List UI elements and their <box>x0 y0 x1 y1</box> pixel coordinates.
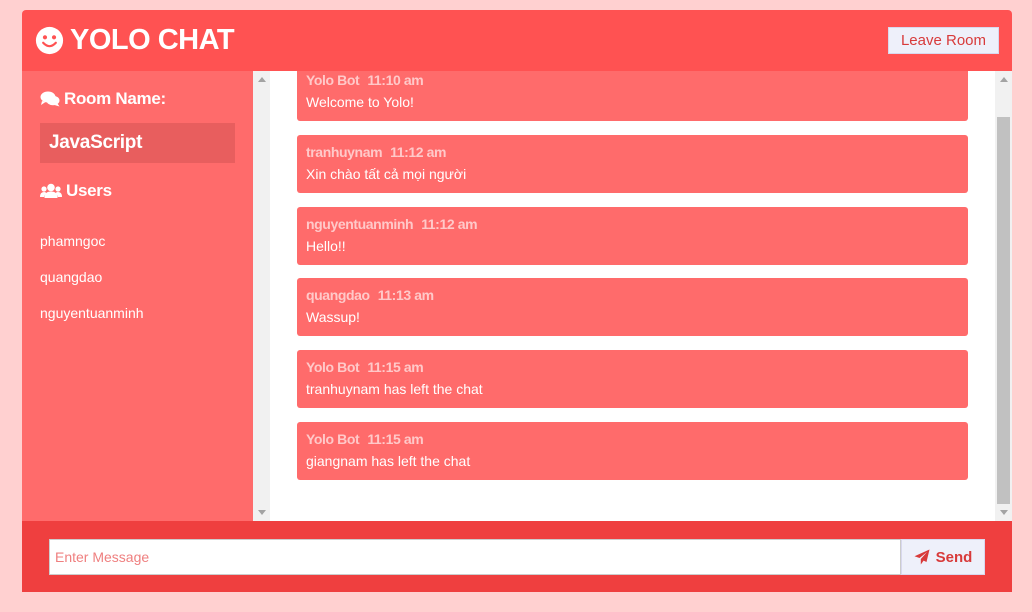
messages-scrollbar[interactable] <box>995 71 1012 521</box>
chat-header: YOLO CHAT Leave Room <box>22 10 1012 71</box>
scroll-down-icon[interactable] <box>1000 510 1008 515</box>
message-author: Yolo Bot <box>306 431 360 447</box>
room-name-heading: Room Name: <box>40 89 166 109</box>
message-input[interactable] <box>49 539 901 575</box>
room-name-value: JavaScript <box>40 123 235 163</box>
message-text: giangnam has left the chat <box>306 453 471 469</box>
message-time: 11:15 am <box>367 359 424 375</box>
user-list-item: quangdao <box>40 269 103 285</box>
user-list-item: nguyentuanminh <box>40 305 144 321</box>
message-text: Welcome to Yolo! <box>306 94 414 110</box>
send-button[interactable]: Send <box>901 539 985 575</box>
chat-container: YOLO CHAT Leave Room Room Name: JavaScri… <box>22 10 1012 592</box>
smile-icon <box>35 26 64 55</box>
message-author: tranhuynam <box>306 144 383 160</box>
message-author: Yolo Bot <box>306 72 360 88</box>
message-time: 11:13 am <box>377 287 434 303</box>
app-title: YOLO CHAT <box>70 24 235 56</box>
chat-footer: Send <box>22 521 1012 592</box>
scrollbar-thumb[interactable] <box>997 117 1010 504</box>
leave-room-button[interactable]: Leave Room <box>888 27 999 54</box>
message-item: quangdao 11:13 am Wassup! <box>297 278 968 336</box>
message-time: 11:12 am <box>421 216 478 232</box>
scroll-up-icon[interactable] <box>258 77 266 82</box>
message-text: Xin chào tất cả mọi người <box>306 166 467 182</box>
user-list-item: phamngoc <box>40 233 106 249</box>
message-time: 11:15 am <box>367 431 424 447</box>
scroll-down-icon[interactable] <box>258 510 266 515</box>
room-name-label: Room Name: <box>64 89 166 108</box>
message-item: Yolo Bot 11:15 am giangnam has left the c… <box>297 422 968 480</box>
message-time: 11:10 am <box>367 72 424 88</box>
chat-messages[interactable]: Yolo Bot 11:10 am Welcome to Yolo! tranhu… <box>253 71 1012 521</box>
send-label: Send <box>935 548 973 566</box>
users-icon <box>40 183 62 198</box>
message-meta: tranhuynam 11:12 am <box>306 144 446 160</box>
message-meta: Yolo Bot 11:15 am <box>306 359 424 375</box>
message-author: quangdao <box>306 287 370 303</box>
sidebar: Room Name: JavaScript Users phamngoc qua… <box>22 71 253 521</box>
comments-icon <box>40 91 60 107</box>
message-author: Yolo Bot <box>306 359 360 375</box>
message-item: tranhuynam 11:12 am Xin chào tất cả mọi n… <box>297 135 968 193</box>
message-text: tranhuynam has left the chat <box>306 381 483 397</box>
app-logo: YOLO CHAT <box>35 24 235 57</box>
message-item: Yolo Bot 11:10 am Welcome to Yolo! <box>297 71 968 121</box>
left-scrollbar[interactable] <box>253 71 270 521</box>
message-time: 11:12 am <box>390 144 447 160</box>
paper-plane-icon <box>914 549 930 565</box>
message-meta: quangdao 11:13 am <box>306 287 434 303</box>
message-meta: nguyentuanminh 11:12 am <box>306 216 478 232</box>
message-author: nguyentuanminh <box>306 216 414 232</box>
scroll-up-icon[interactable] <box>1000 77 1008 82</box>
message-text: Wassup! <box>306 309 360 325</box>
message-text: Hello!! <box>306 238 346 254</box>
users-heading: Users <box>40 181 112 201</box>
users-label: Users <box>66 181 112 200</box>
message-item: Yolo Bot 11:15 am tranhuynam has left the… <box>297 350 968 408</box>
user-list: phamngoc quangdao nguyentuanminh <box>40 223 144 331</box>
message-meta: Yolo Bot 11:15 am <box>306 431 424 447</box>
message-item: nguyentuanminh 11:12 am Hello!! <box>297 207 968 265</box>
message-meta: Yolo Bot 11:10 am <box>306 72 424 88</box>
